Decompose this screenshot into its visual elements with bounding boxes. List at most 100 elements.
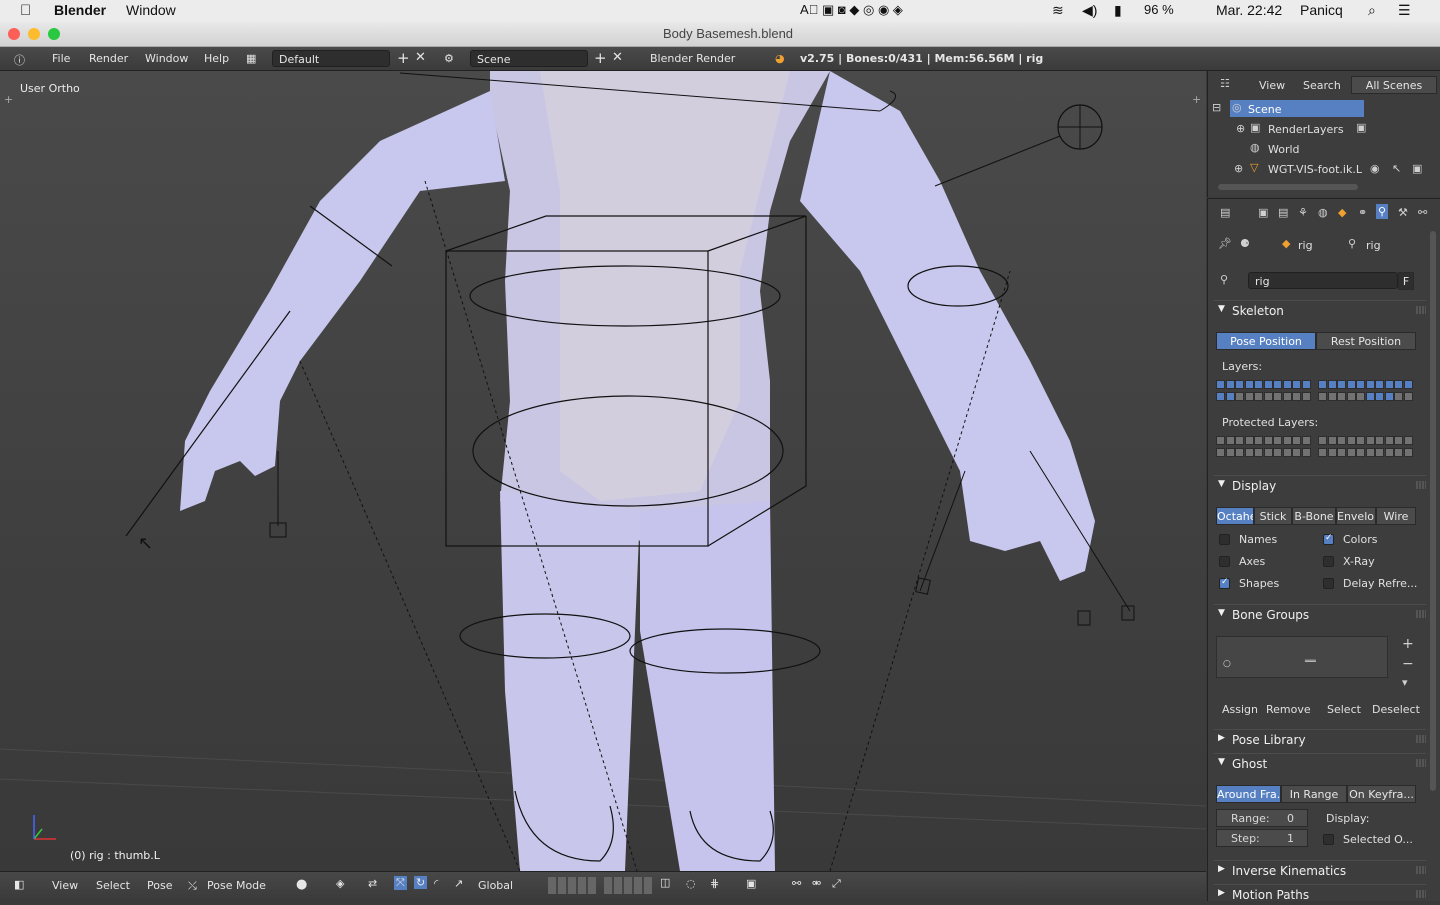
layer-toggle[interactable]: [1356, 392, 1365, 401]
outliner-scrollbar[interactable]: [1218, 184, 1358, 190]
pose-position-button[interactable]: Pose Position: [1216, 332, 1316, 350]
renderlayers-tab-icon[interactable]: ▤: [1278, 206, 1288, 219]
layer-toggle[interactable]: [1254, 392, 1263, 401]
layer-toggle[interactable]: [1301, 392, 1311, 401]
shading-icon[interactable]: ●: [296, 877, 307, 892]
visibility-eye-icon[interactable]: ◉: [1370, 162, 1380, 175]
drag-grip-icon[interactable]: [1416, 481, 1426, 489]
layer-toggle[interactable]: [1235, 448, 1244, 457]
layer-toggle[interactable]: [1282, 448, 1292, 457]
list-filter-icon[interactable]: ○: [1223, 659, 1231, 669]
fake-user-button[interactable]: F: [1398, 272, 1414, 290]
display-wire-button[interactable]: Wire: [1376, 507, 1416, 525]
menu-window[interactable]: Window: [145, 52, 188, 65]
layer-toggle[interactable]: [1327, 380, 1337, 389]
properties-scrollbar[interactable]: [1430, 231, 1436, 791]
layer-toggle[interactable]: [1216, 436, 1225, 445]
layer-toggle[interactable]: [1292, 380, 1301, 389]
bone-group-specials-icon[interactable]: ▾: [1402, 676, 1408, 689]
status-icons[interactable]: A⃞ ▣ ◙ ◆ ◎ ◉ ◈: [800, 2, 903, 18]
layer-toggle[interactable]: [1282, 380, 1292, 389]
layer-toggle[interactable]: [1273, 392, 1282, 401]
layer-toggle[interactable]: [1282, 392, 1292, 401]
protected-layers-grid[interactable]: [1216, 436, 1416, 464]
layer-toggle[interactable]: [1292, 448, 1301, 457]
colors-checkbox[interactable]: [1323, 533, 1334, 545]
inverse-kinematics-panel-header[interactable]: ▶ Inverse Kinematics: [1214, 860, 1426, 881]
layer-toggle[interactable]: [1216, 380, 1225, 389]
info-editor-icon[interactable]: ⓘ: [14, 52, 25, 68]
layer-toggle[interactable]: [1346, 448, 1356, 457]
layout-icon[interactable]: ▦: [246, 52, 256, 65]
bone-groups-list[interactable]: ○ ══: [1216, 636, 1388, 678]
drag-grip-icon[interactable]: [1416, 759, 1426, 767]
layer-toggle[interactable]: [1365, 436, 1375, 445]
outliner-item-wgt[interactable]: WGT-VIS-foot.ik.L: [1268, 163, 1362, 176]
manipulator-icon[interactable]: ⇄: [368, 877, 377, 890]
armature-datablock-icon[interactable]: ⚲: [1220, 273, 1228, 286]
layer-toggle[interactable]: [1394, 448, 1403, 457]
pivot-icon[interactable]: ◈: [336, 877, 344, 890]
axes-checkbox[interactable]: [1219, 556, 1230, 567]
remove-layout-button[interactable]: ✕: [415, 50, 426, 65]
layer-toggle[interactable]: [1337, 436, 1346, 445]
layer-toggle[interactable]: [1403, 380, 1413, 389]
layer-toggle[interactable]: [1235, 436, 1244, 445]
menu-file[interactable]: File: [52, 52, 70, 65]
layer-toggle[interactable]: [1318, 392, 1327, 401]
layer-toggle[interactable]: [1356, 380, 1365, 389]
outliner-item-scene[interactable]: Scene: [1248, 103, 1282, 116]
add-bone-group-button[interactable]: +: [1402, 636, 1414, 652]
menu-help[interactable]: Help: [204, 52, 229, 65]
names-checkbox[interactable]: [1219, 534, 1230, 545]
remove-bone-group-button[interactable]: −: [1402, 656, 1414, 672]
window-menu[interactable]: Window: [126, 2, 176, 18]
layer-toggle[interactable]: [1301, 436, 1311, 445]
rotate-icon[interactable]: ↻: [414, 876, 428, 889]
scale-icon[interactable]: ◜: [434, 877, 438, 890]
ghost-step-field[interactable]: Step: 1: [1216, 829, 1308, 847]
rest-position-button[interactable]: Rest Position: [1316, 332, 1416, 350]
ghost-on-keyframes-button[interactable]: On Keyfra...: [1347, 785, 1416, 803]
layer-toggle[interactable]: [1375, 380, 1384, 389]
datablock-name-field[interactable]: rig: [1248, 272, 1398, 289]
display-stick-button[interactable]: Stick: [1254, 507, 1292, 525]
world-tab-icon[interactable]: ◍: [1318, 206, 1328, 219]
notification-icon[interactable]: ☰: [1398, 2, 1411, 19]
bone-groups-panel-header[interactable]: ▼ Bone Groups: [1214, 604, 1426, 625]
display-octahedral-button[interactable]: Octahe: [1216, 507, 1254, 525]
remove-scene-button[interactable]: ✕: [612, 50, 623, 65]
ghost-around-frame-button[interactable]: Around Fra...: [1216, 785, 1281, 803]
scene-icon[interactable]: ⚙: [444, 52, 454, 65]
add-layout-button[interactable]: +: [397, 49, 410, 67]
layer-toggle[interactable]: [1365, 448, 1375, 457]
drag-grip-icon[interactable]: [1416, 610, 1426, 618]
layer-toggle[interactable]: [1375, 436, 1384, 445]
add-scene-button[interactable]: +: [594, 49, 607, 67]
layer-toggle[interactable]: [1384, 392, 1394, 401]
display-bbone-button[interactable]: B-Bone: [1292, 507, 1336, 525]
scene-tab-icon[interactable]: ⚘: [1298, 206, 1308, 219]
layer-toggle[interactable]: [1263, 436, 1273, 445]
pin-icon[interactable]: 📌︎: [1218, 237, 1232, 250]
scene-field[interactable]: Scene: [470, 50, 588, 67]
user-menu[interactable]: Panicq: [1300, 2, 1343, 18]
apple-icon[interactable]: : [20, 2, 31, 19]
layer-toggle[interactable]: [1273, 436, 1282, 445]
layer-toggle[interactable]: [1273, 448, 1282, 457]
object-tab-icon[interactable]: ◆: [1338, 206, 1346, 219]
layer-toggle[interactable]: [1365, 392, 1375, 401]
layer-toggle[interactable]: [1235, 392, 1244, 401]
layer-toggle[interactable]: [1375, 392, 1384, 401]
layer-toggle[interactable]: [1318, 448, 1327, 457]
layer-toggle[interactable]: [1346, 392, 1356, 401]
render-icon[interactable]: ▣: [746, 877, 756, 890]
menu-pose[interactable]: Pose: [147, 879, 172, 892]
layer-toggle[interactable]: [1225, 448, 1235, 457]
menu-view[interactable]: View: [52, 879, 78, 892]
drag-grip-icon[interactable]: [1416, 890, 1426, 898]
render-tab-icon[interactable]: ▣: [1258, 206, 1268, 219]
pose-library-panel-header[interactable]: ▶ Pose Library: [1214, 729, 1426, 750]
ghost-range-field[interactable]: Range: 0: [1216, 809, 1308, 827]
layout-field[interactable]: Default: [272, 50, 390, 67]
